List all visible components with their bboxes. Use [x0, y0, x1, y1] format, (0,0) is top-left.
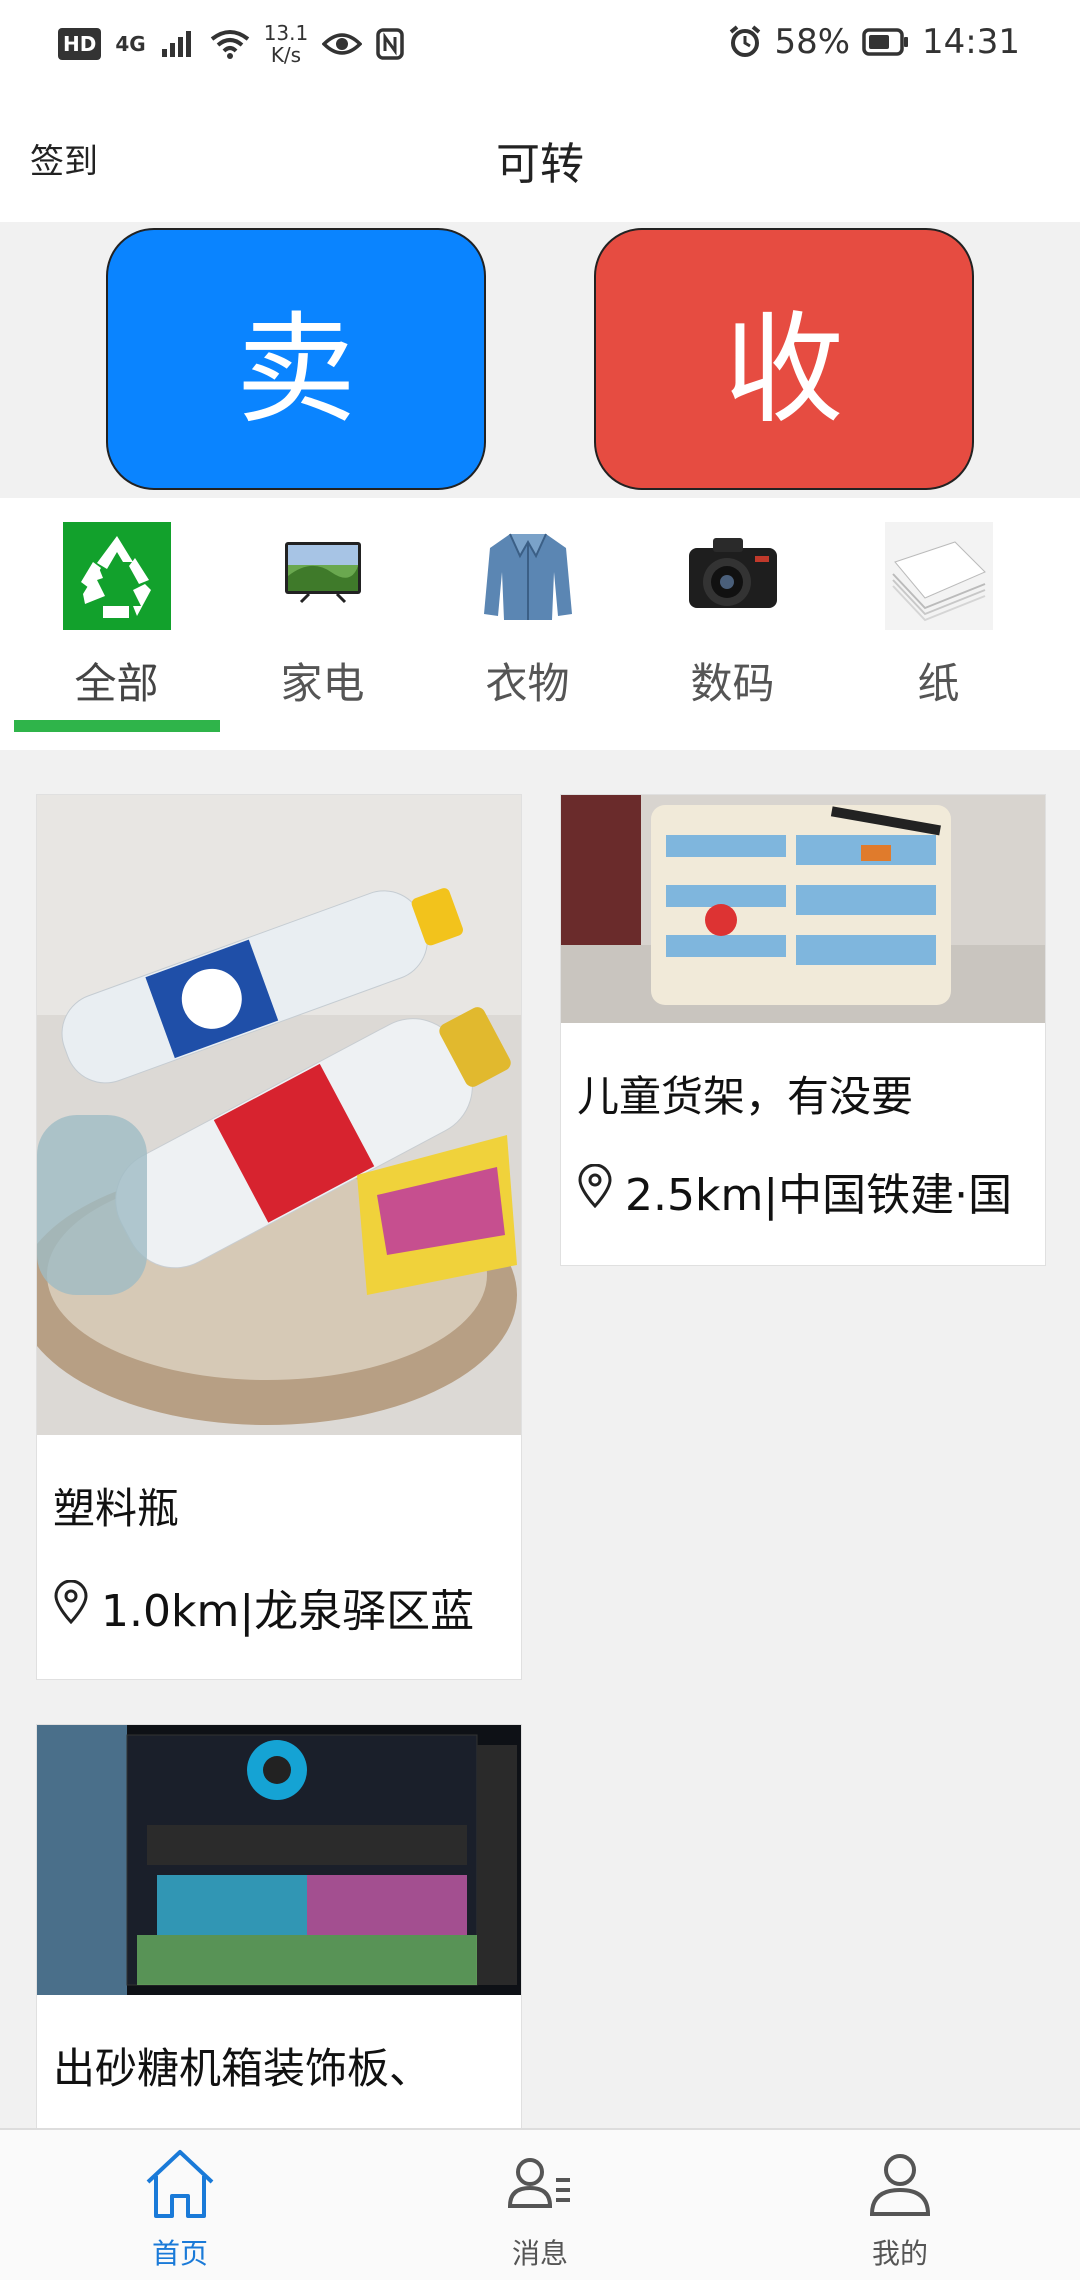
- listing-title: 塑料瓶: [53, 1484, 180, 1533]
- tab-all[interactable]: 全部: [14, 520, 219, 711]
- listing-location: 1.0km|龙泉驿区蓝: [53, 1575, 474, 1639]
- page-title: 可转: [496, 139, 584, 190]
- app-page: HD 4G 13.1 K/s 58% 14:31 签到 可转 卖 收 全部 家电…: [0, 0, 1080, 2280]
- hd-indicator: HD: [58, 28, 102, 60]
- bottom-navigation: 首页 消息 我的: [0, 2128, 1080, 2280]
- tab-digital-label: 数码: [690, 659, 775, 708]
- battery-percent: 58%: [774, 22, 851, 62]
- buy-button[interactable]: 收: [594, 228, 974, 490]
- network-speed: 13.1 K/s: [264, 22, 309, 66]
- battery-icon: [862, 27, 910, 57]
- speed-value: 13.1: [263, 21, 309, 45]
- camera-icon: [677, 520, 789, 632]
- home-icon: [80, 2146, 280, 2226]
- message-contacts-icon: [440, 2146, 640, 2226]
- nav-home-label: 首页: [151, 2237, 208, 2270]
- location-pin-icon: [577, 1163, 613, 1219]
- tab-paper-label: 纸: [917, 659, 960, 708]
- tab-appliances[interactable]: 家电: [220, 520, 425, 711]
- nfc-icon: [376, 28, 404, 60]
- tab-digital[interactable]: 数码: [630, 520, 835, 711]
- tv-icon: [267, 520, 379, 632]
- status-bar: HD 4G 13.1 K/s 58% 14:31: [0, 0, 1080, 92]
- nav-messages-label: 消息: [511, 2237, 568, 2270]
- nav-profile-label: 我的: [871, 2237, 928, 2270]
- alarm-icon: [728, 25, 762, 59]
- nav-messages[interactable]: 消息: [440, 2146, 640, 2272]
- listing-card[interactable]: 出砂糖机箱装饰板、: [36, 1724, 522, 2128]
- signal-icon: [160, 29, 196, 59]
- pc-case-photo: [37, 1725, 521, 1995]
- location-pin-icon: [53, 1579, 89, 1635]
- jacket-icon: [472, 520, 584, 632]
- active-tab-indicator: [14, 720, 220, 732]
- listing-card[interactable]: 儿童货架，有没要 2.5km|中国铁建·国: [560, 794, 1046, 1266]
- speed-unit: K/s: [270, 43, 302, 67]
- plastic-bottles-photo: [37, 795, 521, 1435]
- tab-all-label: 全部: [74, 659, 159, 708]
- listing-card[interactable]: 塑料瓶 1.0km|龙泉驿区蓝: [36, 794, 522, 1680]
- listing-location: 2.5km|中国铁建·国: [577, 1159, 1012, 1223]
- nav-home[interactable]: 首页: [80, 2146, 280, 2272]
- tab-appliances-label: 家电: [280, 659, 365, 708]
- kids-shelf-photo: [561, 795, 1045, 1023]
- listing-title: 出砂糖机箱装饰板、: [53, 2044, 432, 2091]
- listing-location-text: 1.0km|龙泉驿区蓝: [101, 1586, 475, 1637]
- network-type: 4G: [115, 32, 146, 56]
- listing-title: 儿童货架，有没要: [577, 1072, 914, 1119]
- tab-paper[interactable]: 纸: [836, 520, 1041, 711]
- sell-button[interactable]: 卖: [106, 228, 486, 490]
- category-tabs: 全部 家电 衣物 数码 纸: [0, 498, 1080, 750]
- listing-location-text: 2.5km|中国铁建·国: [625, 1170, 1013, 1221]
- paper-stack-icon: [883, 520, 995, 632]
- app-header: 签到 可转: [0, 92, 1080, 222]
- trade-actions: 卖 收: [0, 222, 1080, 498]
- eye-icon: [322, 30, 363, 58]
- profile-icon: [800, 2146, 1000, 2226]
- listing-feed[interactable]: 塑料瓶 1.0km|龙泉驿区蓝 儿童货架，有没要 2.5km|中国铁建·国 出砂…: [0, 750, 1080, 2128]
- tab-clothes[interactable]: 衣物: [425, 520, 630, 711]
- tab-clothes-label: 衣物: [485, 659, 570, 708]
- wifi-icon: [210, 29, 250, 59]
- nav-profile[interactable]: 我的: [800, 2146, 1000, 2272]
- recycle-icon: [61, 520, 173, 632]
- clock-time: 14:31: [922, 22, 1020, 62]
